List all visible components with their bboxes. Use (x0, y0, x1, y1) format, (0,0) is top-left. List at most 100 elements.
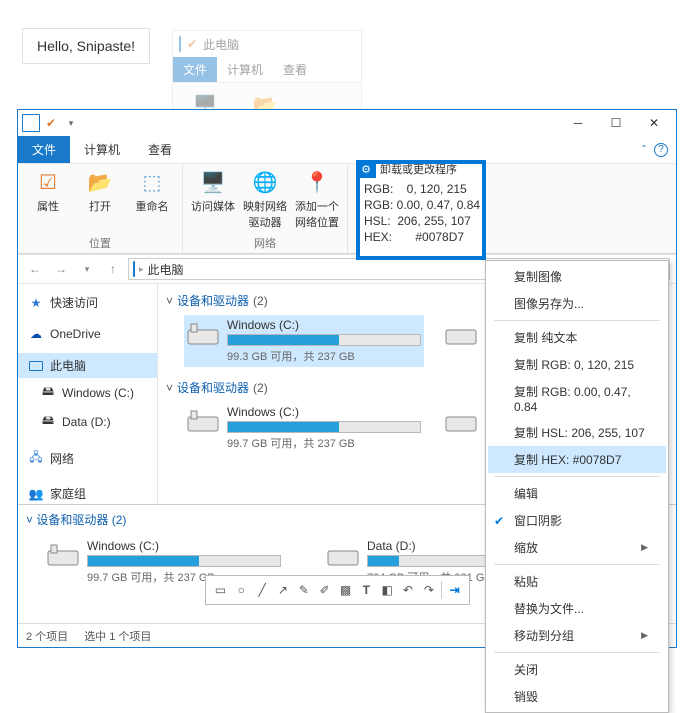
chevron-down-icon: ˅ (166, 381, 173, 395)
qat-check-icon[interactable]: ✔ (42, 114, 60, 132)
menu-destroy[interactable]: 销毁 (488, 683, 666, 710)
menu-copy-image[interactable]: 复制图像 (488, 263, 666, 290)
tool-mosaic[interactable]: ▩ (337, 581, 354, 599)
rename-icon: ⬚ (138, 168, 166, 196)
pc-icon (179, 37, 181, 51)
menu-copy-rgb-int[interactable]: 复制 RGB: 0, 120, 215 (488, 351, 666, 378)
tool-line[interactable]: ╱ (254, 581, 271, 599)
network-icon: 🖧 (28, 448, 44, 469)
nav-homegroup[interactable]: 👥家庭组 (18, 481, 157, 506)
drive-name: Windows (C:) (87, 539, 281, 553)
menu-save-image[interactable]: 图像另存为... (488, 290, 666, 317)
nav-drive-d[interactable]: 🖴Data (D:) (18, 407, 157, 436)
menu-copy-hex[interactable]: 复制 HEX: #0078D7 (488, 446, 666, 473)
menu-copy-text[interactable]: 复制 纯文本 (488, 324, 666, 351)
ribbon-rename[interactable]: ⬚重命名 (130, 168, 174, 233)
drive-d-clipped[interactable]: D 7 (442, 315, 482, 367)
tool-pin[interactable]: ⇥ (446, 581, 463, 599)
snipaste-tooltip: Hello, Snipaste! (22, 28, 150, 64)
properties-icon: ☑ (34, 168, 62, 196)
hex-line: HEX: #0078D7 (364, 230, 478, 244)
menu-close[interactable]: 关闭 (488, 656, 666, 683)
nav-quick-access[interactable]: ★快速访问 (18, 290, 157, 315)
tab-computer[interactable]: 计算机 (217, 57, 273, 82)
status-items: 2 个项目 (26, 628, 68, 644)
disk-icon (445, 405, 477, 437)
tool-undo[interactable]: ↶ (400, 581, 417, 599)
minimize-button[interactable]: ─ (560, 112, 596, 134)
chevron-down-icon: ˅ (26, 513, 33, 527)
tab-file[interactable]: 文件 (173, 57, 217, 82)
nav-drive-c[interactable]: 🖴Windows (C:) (18, 378, 157, 407)
drive-name: Windows (C:) (227, 405, 421, 419)
pc-icon (28, 361, 44, 371)
menu-edit[interactable]: 编辑 (488, 480, 666, 507)
ribbon-group-location: 位置 (26, 233, 174, 251)
tool-arrow[interactable]: ↗ (275, 581, 292, 599)
title-bar: ✔ ▾ ─ ☐ ✕ (18, 110, 676, 136)
disk-icon (187, 318, 219, 350)
menu-move-group[interactable]: 移动到分组▶ (488, 622, 666, 649)
close-button[interactable]: ✕ (636, 112, 672, 134)
status-selected: 选中 1 个项目 (84, 628, 151, 644)
tab-computer[interactable]: 计算机 (70, 136, 134, 163)
pc-icon (133, 262, 135, 276)
programs-title: 卸载或更改程序 (380, 161, 457, 177)
maximize-button[interactable]: ☐ (598, 112, 634, 134)
gear-icon: ⚙ (356, 160, 376, 178)
tool-ellipse[interactable]: ○ (233, 581, 250, 599)
disk-icon (445, 318, 477, 350)
help-icon[interactable]: ? (654, 143, 668, 157)
drive-c[interactable]: Windows (C:) 99.3 GB 可用，共 237 GB (184, 315, 424, 367)
map-network-icon: 🌐 (251, 168, 279, 196)
ribbon-add-location[interactable]: 📍添加一个 网络位置 (295, 168, 339, 233)
nav-onedrive[interactable]: ☁OneDrive (18, 323, 157, 345)
ribbon-collapse-icon[interactable]: ˆ (642, 143, 646, 157)
breadcrumb-root[interactable]: 此电脑 (148, 261, 184, 278)
tool-marker[interactable]: ✐ (316, 581, 333, 599)
ribbon-map-network[interactable]: 🌐映射网络 驱动器 (243, 168, 287, 233)
tool-rectangle[interactable]: ▭ (212, 581, 229, 599)
ribbon-group-network: 网络 (191, 233, 339, 251)
drive-c-2[interactable]: Windows (C:) 99.7 GB 可用，共 237 GB (184, 402, 424, 454)
star-icon: ★ (28, 296, 44, 310)
tool-text[interactable]: T (358, 581, 375, 599)
tab-view[interactable]: 查看 (273, 57, 317, 82)
nav-network[interactable]: 🖧网络 (18, 444, 157, 473)
nav-this-pc[interactable]: 此电脑 (18, 353, 157, 378)
tab-file[interactable]: 文件 (18, 136, 70, 163)
drive-name: Windows (C:) (227, 318, 421, 332)
navigation-pane: ★快速访问 ☁OneDrive 此电脑 🖴Windows (C:) 🖴Data … (18, 284, 158, 504)
annotation-toolbar: ▭ ○ ╱ ↗ ✎ ✐ ▩ T ◧ ↶ ↷ ⇥ (205, 575, 470, 605)
nav-forward-button[interactable]: → (50, 258, 72, 280)
menu-paste[interactable]: 粘贴 (488, 568, 666, 595)
menu-copy-hsl[interactable]: 复制 HSL: 206, 255, 107 (488, 419, 666, 446)
ribbon-open[interactable]: 📂打开 (78, 168, 122, 233)
capacity-bar (227, 334, 421, 346)
ribbon-tabs: 文件 计算机 查看 ˆ ? (18, 136, 676, 164)
drive-stats: 99.3 GB 可用，共 237 GB (227, 348, 421, 364)
nav-back-button[interactable]: ← (24, 258, 46, 280)
media-icon: 🖥️ (199, 168, 227, 196)
tool-redo[interactable]: ↷ (420, 581, 437, 599)
nav-history-dropdown[interactable]: ▾ (76, 258, 98, 280)
tool-eraser[interactable]: ◧ (379, 581, 396, 599)
disk-icon: 🖴 (40, 411, 56, 432)
menu-copy-rgb-float[interactable]: 复制 RGB: 0.00, 0.47, 0.84 (488, 378, 666, 419)
menu-window-shadow[interactable]: ✔窗口阴影 (488, 507, 666, 534)
color-picker-tooltip: ⚙ 卸载或更改程序 RGB: 0, 120, 215 RGB: 0.00, 0.… (356, 160, 486, 260)
chevron-down-icon: ˅ (166, 294, 173, 308)
menu-replace-file[interactable]: 替换为文件... (488, 595, 666, 622)
add-location-icon: 📍 (303, 168, 331, 196)
drive-d-2-clipped[interactable]: D 78 (442, 402, 482, 454)
chevron-right-icon: ▶ (641, 630, 648, 641)
tab-view[interactable]: 查看 (134, 136, 186, 163)
tool-pencil[interactable]: ✎ (295, 581, 312, 599)
qat-dropdown-icon[interactable]: ▾ (62, 114, 80, 132)
cloud-icon: ☁ (28, 327, 44, 341)
hsl-line: HSL: 206, 255, 107 (364, 214, 478, 228)
ribbon-media[interactable]: 🖥️访问媒体 (191, 168, 235, 233)
nav-up-button[interactable]: ↑ (102, 258, 124, 280)
ribbon-properties[interactable]: ☑属性 (26, 168, 70, 233)
menu-zoom[interactable]: 缩放▶ (488, 534, 666, 561)
